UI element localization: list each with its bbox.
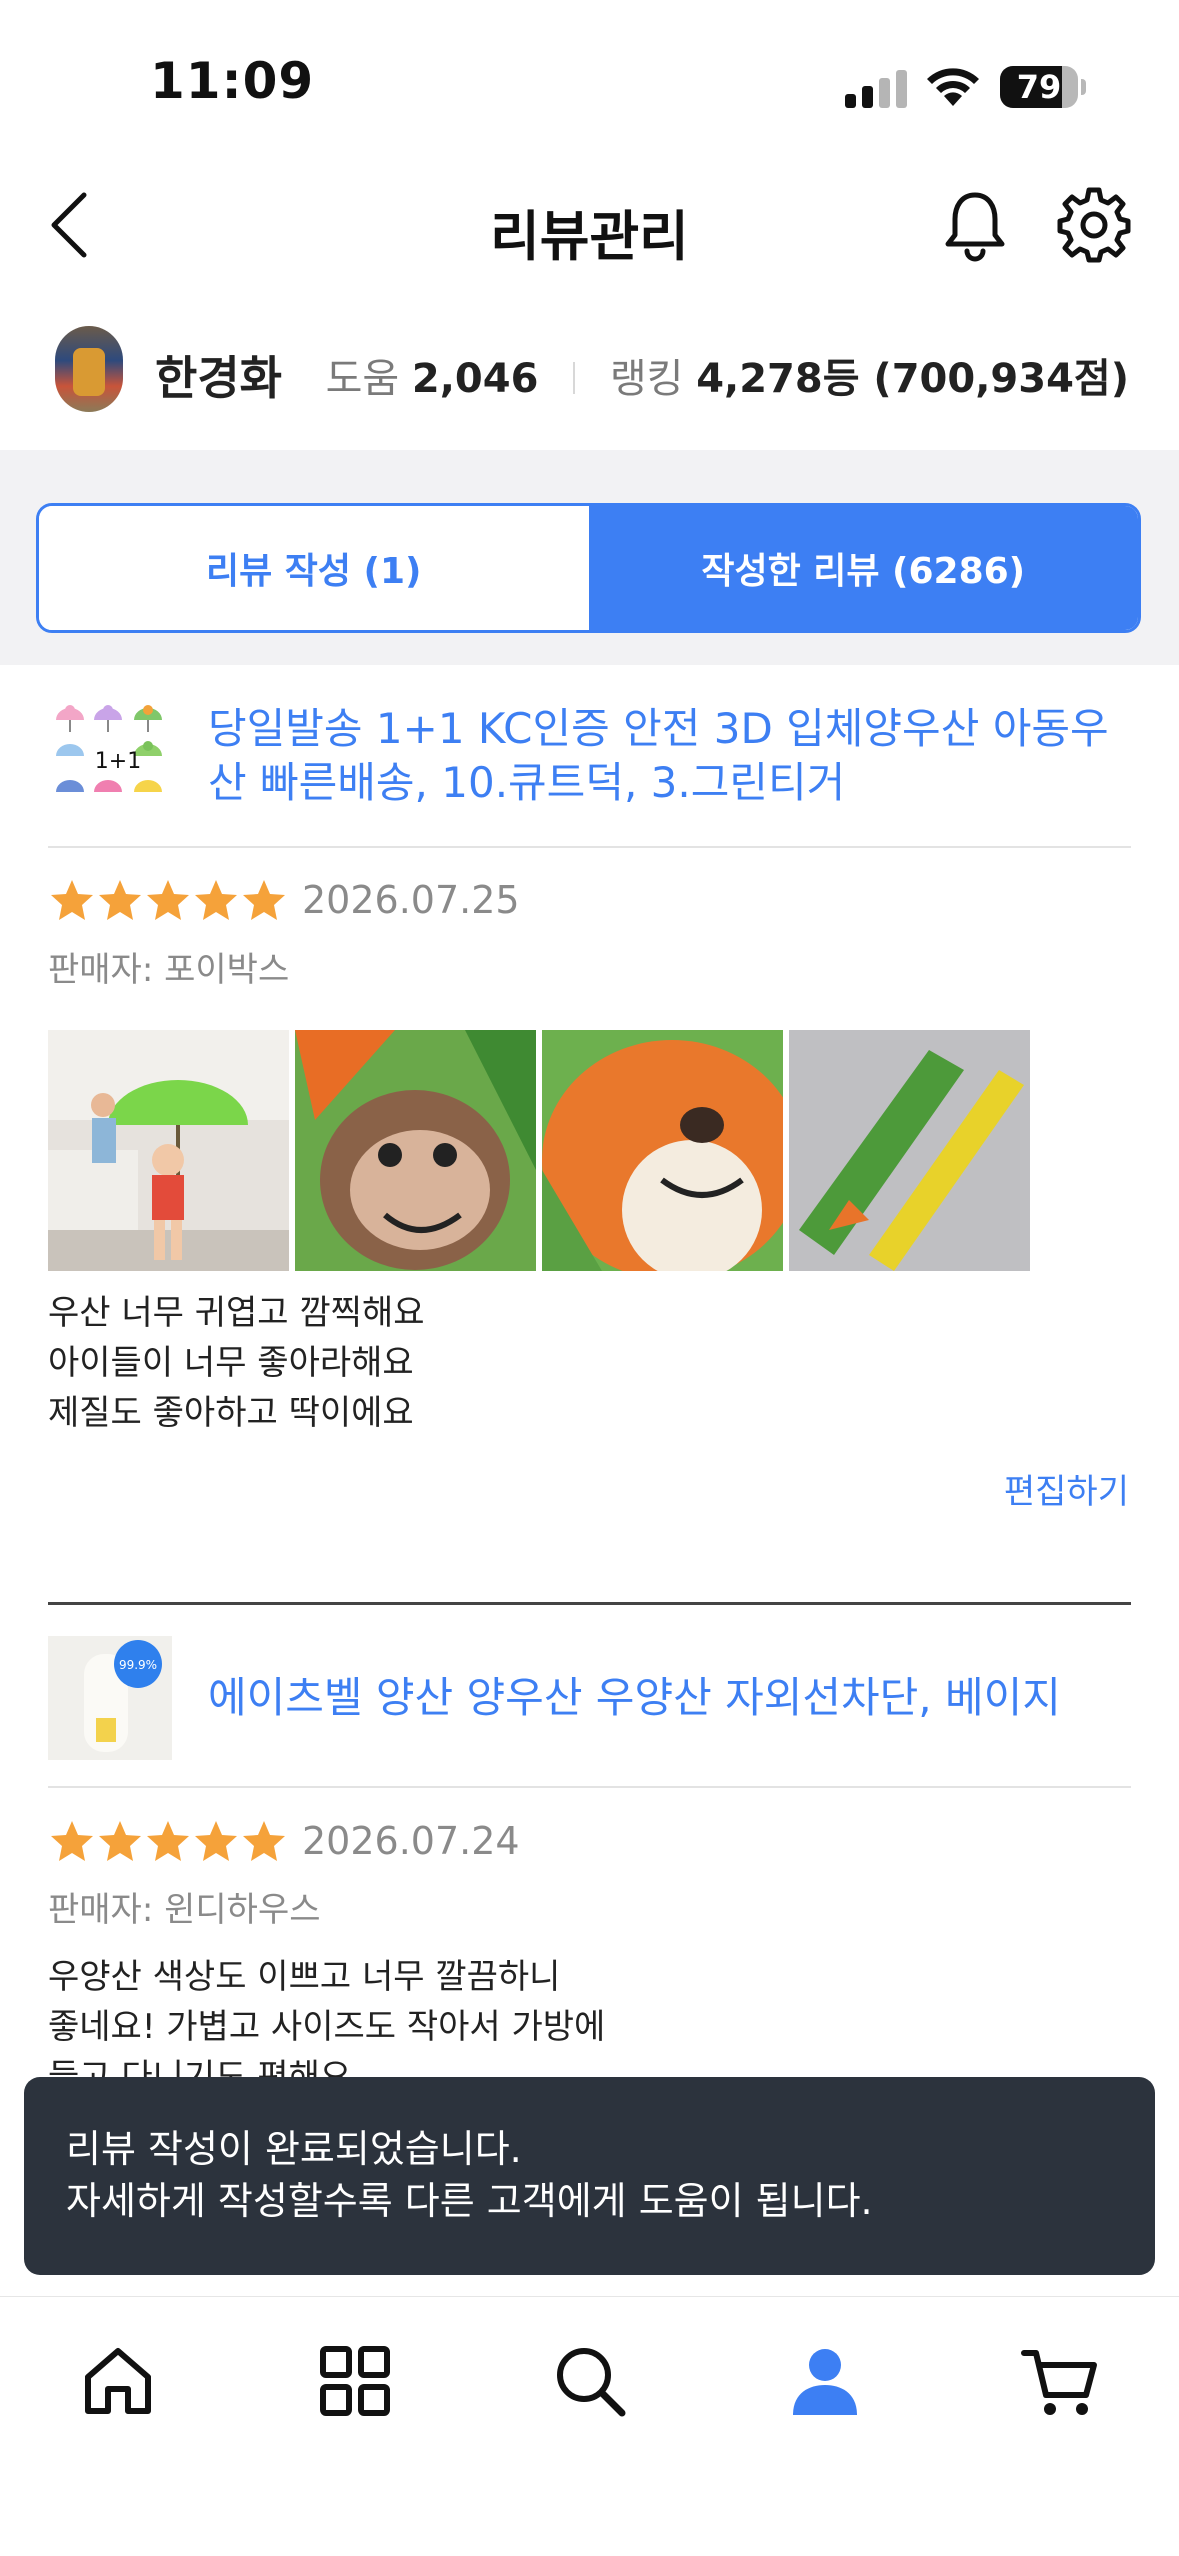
toast-line-1: 리뷰 작성이 완료되었습니다. — [66, 2127, 522, 2171]
profile-summary: 한경화 도움 2,046 랭킹 4,278등 (700,934점) — [0, 310, 1179, 430]
review-date: 2026.07.25 — [302, 878, 520, 922]
seller-name: 판매자: 윈디하우스 — [48, 1890, 321, 1930]
star-rating — [48, 1818, 288, 1864]
star-icon — [99, 880, 141, 920]
stats-separator — [573, 362, 576, 394]
status-time: 11:09 — [150, 52, 315, 110]
product-thumbnail: 99.9% — [48, 1636, 172, 1760]
bell-icon[interactable] — [935, 185, 1015, 265]
tab-write-review[interactable]: 리뷰 작성 (1) — [39, 506, 589, 630]
svg-text:99.9%: 99.9% — [119, 1658, 157, 1672]
review-product-row[interactable]: 1+1 당일발송 1+1 KC인증 안전 3D 입체양우산 아동우산 빠른배송,… — [48, 694, 1131, 818]
bottom-tab-bar — [0, 2296, 1179, 2556]
battery-percent: 79 — [1016, 68, 1062, 106]
ranking-value: 4,278등 (700,934점) — [696, 356, 1129, 402]
cellular-signal-icon — [845, 70, 907, 108]
star-icon — [99, 1821, 141, 1861]
help-label: 도움 — [325, 356, 400, 402]
star-icon — [243, 880, 285, 920]
star-icon — [51, 1821, 93, 1861]
tab-written-reviews[interactable]: 작성한 리뷰 (6286) — [588, 506, 1138, 630]
battery-icon: 79 — [1000, 66, 1078, 108]
ranking-label: 랭킹 — [609, 356, 684, 402]
star-icon — [147, 1821, 189, 1861]
seller-name: 판매자: 포이박스 — [48, 950, 290, 990]
review-photos — [48, 1030, 1030, 1271]
profile-stats: 도움 2,046 랭킹 4,278등 (700,934점) — [326, 346, 1129, 404]
product-name[interactable]: 에이츠벨 양산 양우산 우양산 자외선차단, 베이지 — [208, 1671, 1061, 1725]
gear-icon[interactable] — [1054, 185, 1134, 265]
cart-icon[interactable] — [1020, 2341, 1100, 2421]
wifi-icon — [927, 68, 979, 106]
star-icon — [51, 880, 93, 920]
review-photo[interactable] — [542, 1030, 783, 1271]
review-photo[interactable] — [789, 1030, 1030, 1271]
nav-header: 리뷰관리 — [0, 160, 1179, 290]
review-photo[interactable] — [295, 1030, 536, 1271]
star-icon — [243, 1821, 285, 1861]
product-thumbnail: 1+1 — [48, 694, 172, 818]
battery-cap — [1081, 79, 1086, 95]
review-date: 2026.07.24 — [302, 1819, 520, 1863]
avatar[interactable] — [55, 326, 123, 412]
star-rating — [48, 877, 288, 923]
status-bar: 11:09 79 — [0, 0, 1179, 160]
category-grid-icon[interactable] — [315, 2341, 395, 2421]
review-tabs: 리뷰 작성 (1) 작성한 리뷰 (6286) — [36, 503, 1141, 633]
star-icon — [195, 1821, 237, 1861]
search-icon[interactable] — [550, 2341, 630, 2421]
divider — [48, 1786, 1131, 1788]
toast-message: 리뷰 작성이 완료되었습니다. 자세하게 작성할수록 다른 고객에게 도움이 됩… — [24, 2077, 1155, 2275]
review-photo[interactable] — [48, 1030, 289, 1271]
home-icon[interactable] — [78, 2341, 158, 2421]
review-text: 우산 너무 귀엽고 깜찍해요 아이들이 너무 좋아라해요 제질도 좋아하고 딱이… — [48, 1293, 425, 1433]
user-name: 한경화 — [155, 351, 282, 405]
star-icon — [195, 880, 237, 920]
my-page-person-icon[interactable] — [785, 2341, 865, 2421]
toast-line-2: 자세하게 작성할수록 다른 고객에게 도움이 됩니다. — [66, 2179, 873, 2223]
star-icon — [147, 880, 189, 920]
rating-row: 2026.07.24 — [48, 1818, 520, 1864]
svg-text:1+1: 1+1 — [95, 749, 141, 774]
rating-row: 2026.07.25 — [48, 877, 520, 923]
edit-review-link[interactable]: 편집하기 — [1004, 1464, 1129, 1513]
review-product-row[interactable]: 99.9% 에이츠벨 양산 양우산 우양산 자외선차단, 베이지 — [48, 1636, 1131, 1760]
review-separator — [48, 1602, 1131, 1605]
product-name[interactable]: 당일발송 1+1 KC인증 안전 3D 입체양우산 아동우산 빠른배송, 10.… — [208, 702, 1131, 810]
divider — [48, 846, 1131, 848]
help-value: 2,046 — [411, 356, 539, 402]
